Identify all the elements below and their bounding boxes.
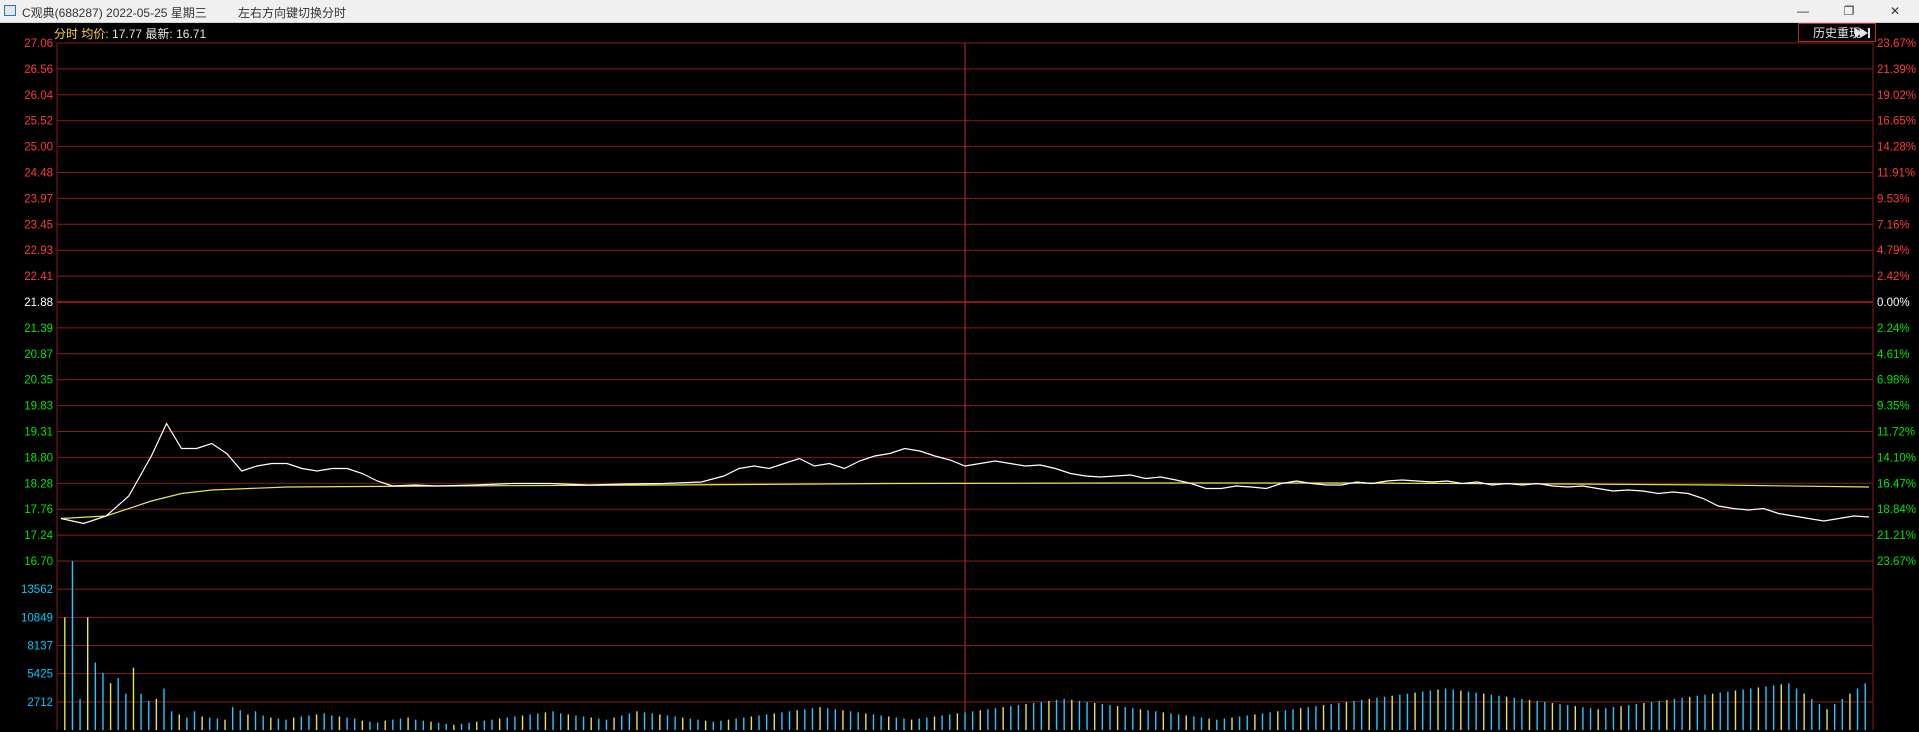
close-button[interactable]: ✕ xyxy=(1872,0,1918,22)
percent-axis-label: 7.16% xyxy=(1877,219,1910,231)
percent-axis-label: 21.39% xyxy=(1877,64,1916,76)
percent-axis-label: 19.02% xyxy=(1877,90,1916,102)
price-axis-label: 19.83 xyxy=(24,401,53,413)
minimize-button[interactable]: — xyxy=(1780,0,1826,22)
volume-axis-label: 8137 xyxy=(27,641,53,653)
price-axis-label: 23.45 xyxy=(24,219,53,231)
price-axis-label: 24.48 xyxy=(24,168,53,180)
price-axis-label: 26.56 xyxy=(24,64,53,76)
price-axis-label: 21.39 xyxy=(24,323,53,335)
percent-axis-label: 9.35% xyxy=(1877,401,1910,413)
percent-axis-label: 23.67% xyxy=(1877,38,1916,50)
percent-axis-label: 23.67% xyxy=(1877,556,1916,568)
price-axis-label: 19.31 xyxy=(24,427,53,439)
percent-axis-label: 21.21% xyxy=(1877,530,1916,542)
price-axis-label: 17.24 xyxy=(24,530,53,542)
percent-axis-label: 9.53% xyxy=(1877,193,1910,205)
avg-price-label: 均价: xyxy=(81,27,109,41)
price-axis-label: 16.70 xyxy=(24,556,53,568)
history-replay-label: 历史重现 xyxy=(1812,26,1861,40)
price-axis-label: 25.52 xyxy=(24,116,53,128)
rewind-to-start-icon[interactable] xyxy=(1855,26,1871,40)
latest-price-label: 最新: xyxy=(145,27,173,41)
percent-axis-label: 2.24% xyxy=(1877,323,1910,335)
price-axis-label: 25.00 xyxy=(24,142,53,154)
percent-axis-label: 11.91% xyxy=(1877,168,1915,180)
price-axis-label: 27.06 xyxy=(24,38,53,50)
restore-button[interactable]: ❐ xyxy=(1826,0,1872,22)
window-title: C观典(688287) 2022-05-25 星期三 xyxy=(22,6,207,20)
price-axis-label: 18.28 xyxy=(24,478,53,490)
price-axis-label: 26.04 xyxy=(24,90,53,102)
app-icon xyxy=(4,5,16,16)
percent-axis-label: 16.47% xyxy=(1877,478,1916,490)
percent-axis-label: 4.79% xyxy=(1877,245,1910,257)
price-axis-label: 22.93 xyxy=(24,245,53,257)
title-bar: C观典(688287) 2022-05-25 星期三 左右方向键切换分时 — ❐… xyxy=(0,0,1919,23)
price-axis-label: 18.80 xyxy=(24,452,53,464)
fenshi-label: 分时 xyxy=(54,27,79,41)
price-axis-label: 20.35 xyxy=(24,375,53,387)
percent-axis-label: 14.10% xyxy=(1877,452,1916,464)
navigation-hint: 左右方向键切换分时 xyxy=(238,6,347,20)
percent-axis-label: 11.72% xyxy=(1877,427,1915,439)
price-axis-label: 22.41 xyxy=(24,271,53,283)
avg-price-value: 17.77 xyxy=(112,27,143,41)
percent-axis-label: 18.84% xyxy=(1877,504,1916,516)
price-axis-label: 20.87 xyxy=(24,349,53,361)
volume-axis-label: 2712 xyxy=(27,697,53,709)
volume-axis-label: 10849 xyxy=(21,612,53,624)
volume-axis-label: 13562 xyxy=(21,584,53,596)
percent-axis-label: 2.42% xyxy=(1877,271,1910,283)
price-axis-label: 21.88 xyxy=(24,297,53,309)
latest-price-value: 16.71 xyxy=(176,27,207,41)
percent-axis-label: 0.00% xyxy=(1877,297,1910,309)
percent-axis-label: 6.98% xyxy=(1877,375,1910,387)
percent-axis-label: 4.61% xyxy=(1877,349,1910,361)
quote-info: 分时 均价: 17.77 最新: 16.71 xyxy=(54,25,206,42)
intraday-chart: 27.06 23.67% 26.56 21.39% 26.04 19.02% 25.52 16… xyxy=(21,38,1916,730)
price-axis-label: 17.76 xyxy=(24,504,53,516)
percent-axis-label: 14.28% xyxy=(1877,142,1916,154)
percent-axis-label: 16.65% xyxy=(1877,116,1916,128)
price-axis-label: 23.97 xyxy=(24,193,53,205)
volume-axis-label: 5425 xyxy=(27,669,53,681)
